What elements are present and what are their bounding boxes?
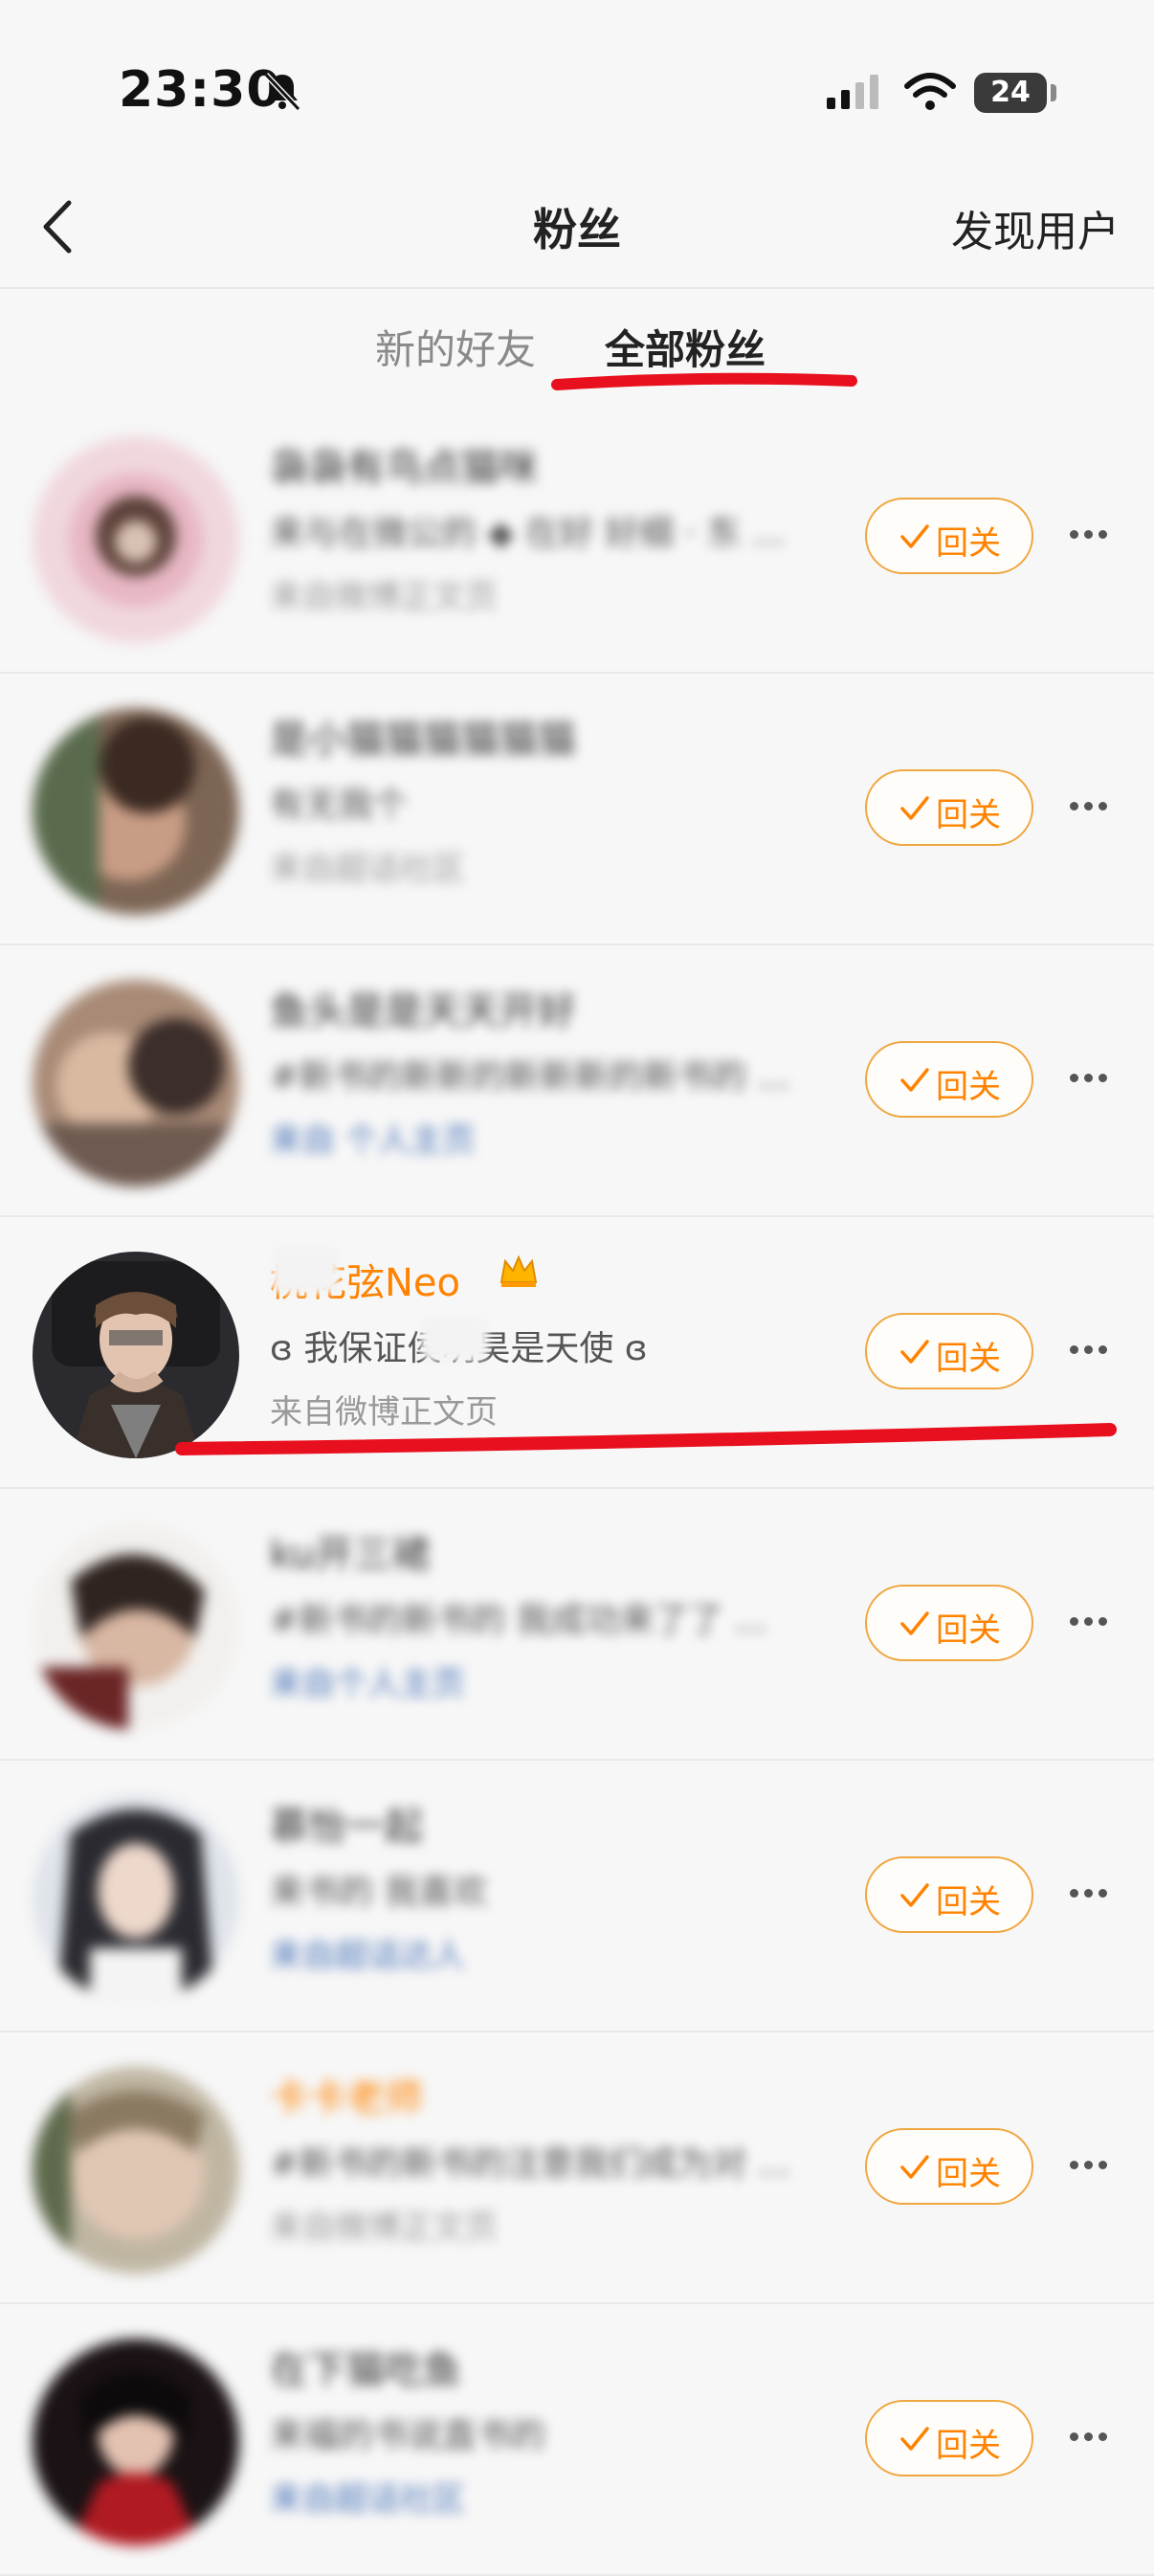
fan-desc: #新书的新书的 我成功来了了 ... xyxy=(270,1601,767,1640)
avatar[interactable] xyxy=(33,2067,239,2274)
fan-source: 来自微博正文页 xyxy=(270,2209,498,2247)
follow-back-label: 回关 xyxy=(936,1883,1001,1921)
follow-back-button[interactable]: 回关 xyxy=(865,2128,1033,2205)
fan-source: 来自微博正文页 xyxy=(270,578,498,616)
check-icon xyxy=(900,1883,929,1907)
list-item[interactable]: 袅袅有鸟点猫咪 来与在微公的 ◆ 在好 好细 · 东 ... 来自微博正文页 回… xyxy=(0,402,1154,674)
status-time: 23:30 xyxy=(119,61,282,119)
follow-back-label: 回关 xyxy=(936,796,1001,834)
crown-icon xyxy=(499,1255,538,1287)
follow-back-label: 回关 xyxy=(936,1340,1001,1378)
avatar[interactable] xyxy=(33,1795,239,2002)
fan-name: 袅袅有鸟点猫咪 xyxy=(270,446,538,490)
fan-desc: 来福的书说直书的 xyxy=(270,2416,546,2455)
follow-back-button[interactable]: 回关 xyxy=(865,769,1033,846)
follow-back-label: 回关 xyxy=(936,2427,1001,2465)
check-icon xyxy=(900,1611,929,1635)
fan-source: 来自超话社区 xyxy=(270,2473,465,2520)
signal-icon xyxy=(827,75,878,109)
fan-list: 袅袅有鸟点猫咪 来与在微公的 ◆ 在好 好细 · 东 ... 来自微博正文页 回… xyxy=(0,402,1154,2576)
nav-bar: 粉丝 发现用户 xyxy=(0,172,1154,289)
more-options-icon[interactable] xyxy=(1070,2151,1123,2180)
name-mosaic xyxy=(272,1246,339,1294)
check-icon xyxy=(900,2427,929,2451)
fan-source-link: 来自个人主页 xyxy=(270,1665,465,1703)
follow-back-label: 回关 xyxy=(936,2155,1001,2193)
follow-back-label: 回关 xyxy=(936,524,1001,563)
fan-desc: 来书的 我喜欢 xyxy=(270,1873,488,1912)
fan-desc: ɞ 我保证侯明昊是天使 ɞ xyxy=(270,1329,648,1368)
tab-new-friends[interactable]: 新的好友 xyxy=(375,318,536,376)
follow-back-button[interactable]: 回关 xyxy=(865,498,1033,574)
desc-mosaic xyxy=(421,1317,488,1361)
avatar[interactable] xyxy=(33,980,239,1187)
check-icon xyxy=(900,796,929,820)
list-item[interactable]: 鱼头是是天天开好 #新书的新新的新新新的新书的 ... 来自 个人主页 回关 xyxy=(0,945,1154,1217)
status-bar: 23:30 24 xyxy=(0,0,1154,172)
follow-back-button[interactable]: 回关 xyxy=(865,1585,1033,1661)
battery-cap xyxy=(1051,84,1056,101)
fan-source-link: 来自超话社区 xyxy=(270,2480,465,2519)
check-icon xyxy=(900,1068,929,1092)
annotation-underline-tabs xyxy=(551,372,857,390)
fan-desc: 有无我个 xyxy=(270,786,409,825)
fan-name: 鱼头是是天天开好 xyxy=(270,989,576,1033)
fan-name: 卡卡老师 xyxy=(270,2076,423,2121)
avatar[interactable] xyxy=(33,708,239,915)
follow-back-label: 回关 xyxy=(936,1068,1001,1106)
wifi-icon xyxy=(904,73,956,110)
list-item[interactable]: 是小猫猫猫猫猫猫 有无我个 来自超话社区 回关 xyxy=(0,674,1154,945)
fan-name: 慕怡一起 xyxy=(270,1805,423,1849)
follow-back-button[interactable]: 回关 xyxy=(865,2400,1033,2476)
list-item[interactable]: 卡卡老师 #新书的新书的注意我们成为对 ... 来自微博正文页 回关 xyxy=(0,2032,1154,2304)
more-options-icon[interactable] xyxy=(1070,521,1123,549)
check-icon xyxy=(900,1340,929,1364)
fan-source-link: 来自超话达人 xyxy=(270,1937,465,1975)
fan-source: 来自超话达人 xyxy=(270,1929,465,1976)
fan-source: 来自 个人主页 xyxy=(270,1114,476,1161)
fan-name: 是小猫猫猫猫猫猫 xyxy=(270,718,576,762)
battery-icon: 24 xyxy=(974,73,1047,113)
fan-name: 在下猫吃鱼 xyxy=(270,2348,461,2392)
check-icon xyxy=(900,524,929,548)
follow-back-label: 回关 xyxy=(936,1611,1001,1650)
fan-desc: 来与在微公的 ◆ 在好 好细 · 东 ... xyxy=(270,514,786,553)
avatar[interactable] xyxy=(33,1523,239,1730)
fan-source: 来自个人主页 xyxy=(270,1657,465,1704)
more-options-icon[interactable] xyxy=(1070,1608,1123,1636)
fan-name: ku开三裙 xyxy=(270,1533,431,1577)
fan-source: 来自超话社区 xyxy=(270,850,465,888)
fan-source-link: 来自 个人主页 xyxy=(270,1121,476,1160)
bell-slash-icon xyxy=(263,72,301,112)
annotation-underline-row xyxy=(175,1423,1117,1455)
more-options-icon[interactable] xyxy=(1070,1879,1123,1908)
list-item[interactable]: 在下猫吃鱼 来福的书说直书的 来自超话社区 回关 xyxy=(0,2304,1154,2576)
more-options-icon[interactable] xyxy=(1070,2423,1123,2452)
fan-desc: #新书的新书的注意我们成为对 ... xyxy=(270,2144,790,2184)
follow-back-button[interactable]: 回关 xyxy=(865,1313,1033,1389)
avatar[interactable] xyxy=(33,436,239,643)
follow-back-button[interactable]: 回关 xyxy=(865,1041,1033,1118)
follow-back-button[interactable]: 回关 xyxy=(865,1856,1033,1933)
avatar[interactable] xyxy=(33,2339,239,2545)
list-item[interactable]: ku开三裙 #新书的新书的 我成功来了了 ... 来自个人主页 回关 xyxy=(0,1489,1154,1761)
fan-desc: #新书的新新的新新新的新书的 ... xyxy=(270,1057,790,1097)
more-options-icon[interactable] xyxy=(1070,1336,1123,1365)
more-options-icon[interactable] xyxy=(1070,792,1123,821)
list-item[interactable]: 慕怡一起 来书的 我喜欢 来自超话达人 回关 xyxy=(0,1761,1154,2032)
discover-users-button[interactable]: 发现用户 xyxy=(951,197,1120,258)
more-options-icon[interactable] xyxy=(1070,1064,1123,1093)
check-icon xyxy=(900,2155,929,2179)
